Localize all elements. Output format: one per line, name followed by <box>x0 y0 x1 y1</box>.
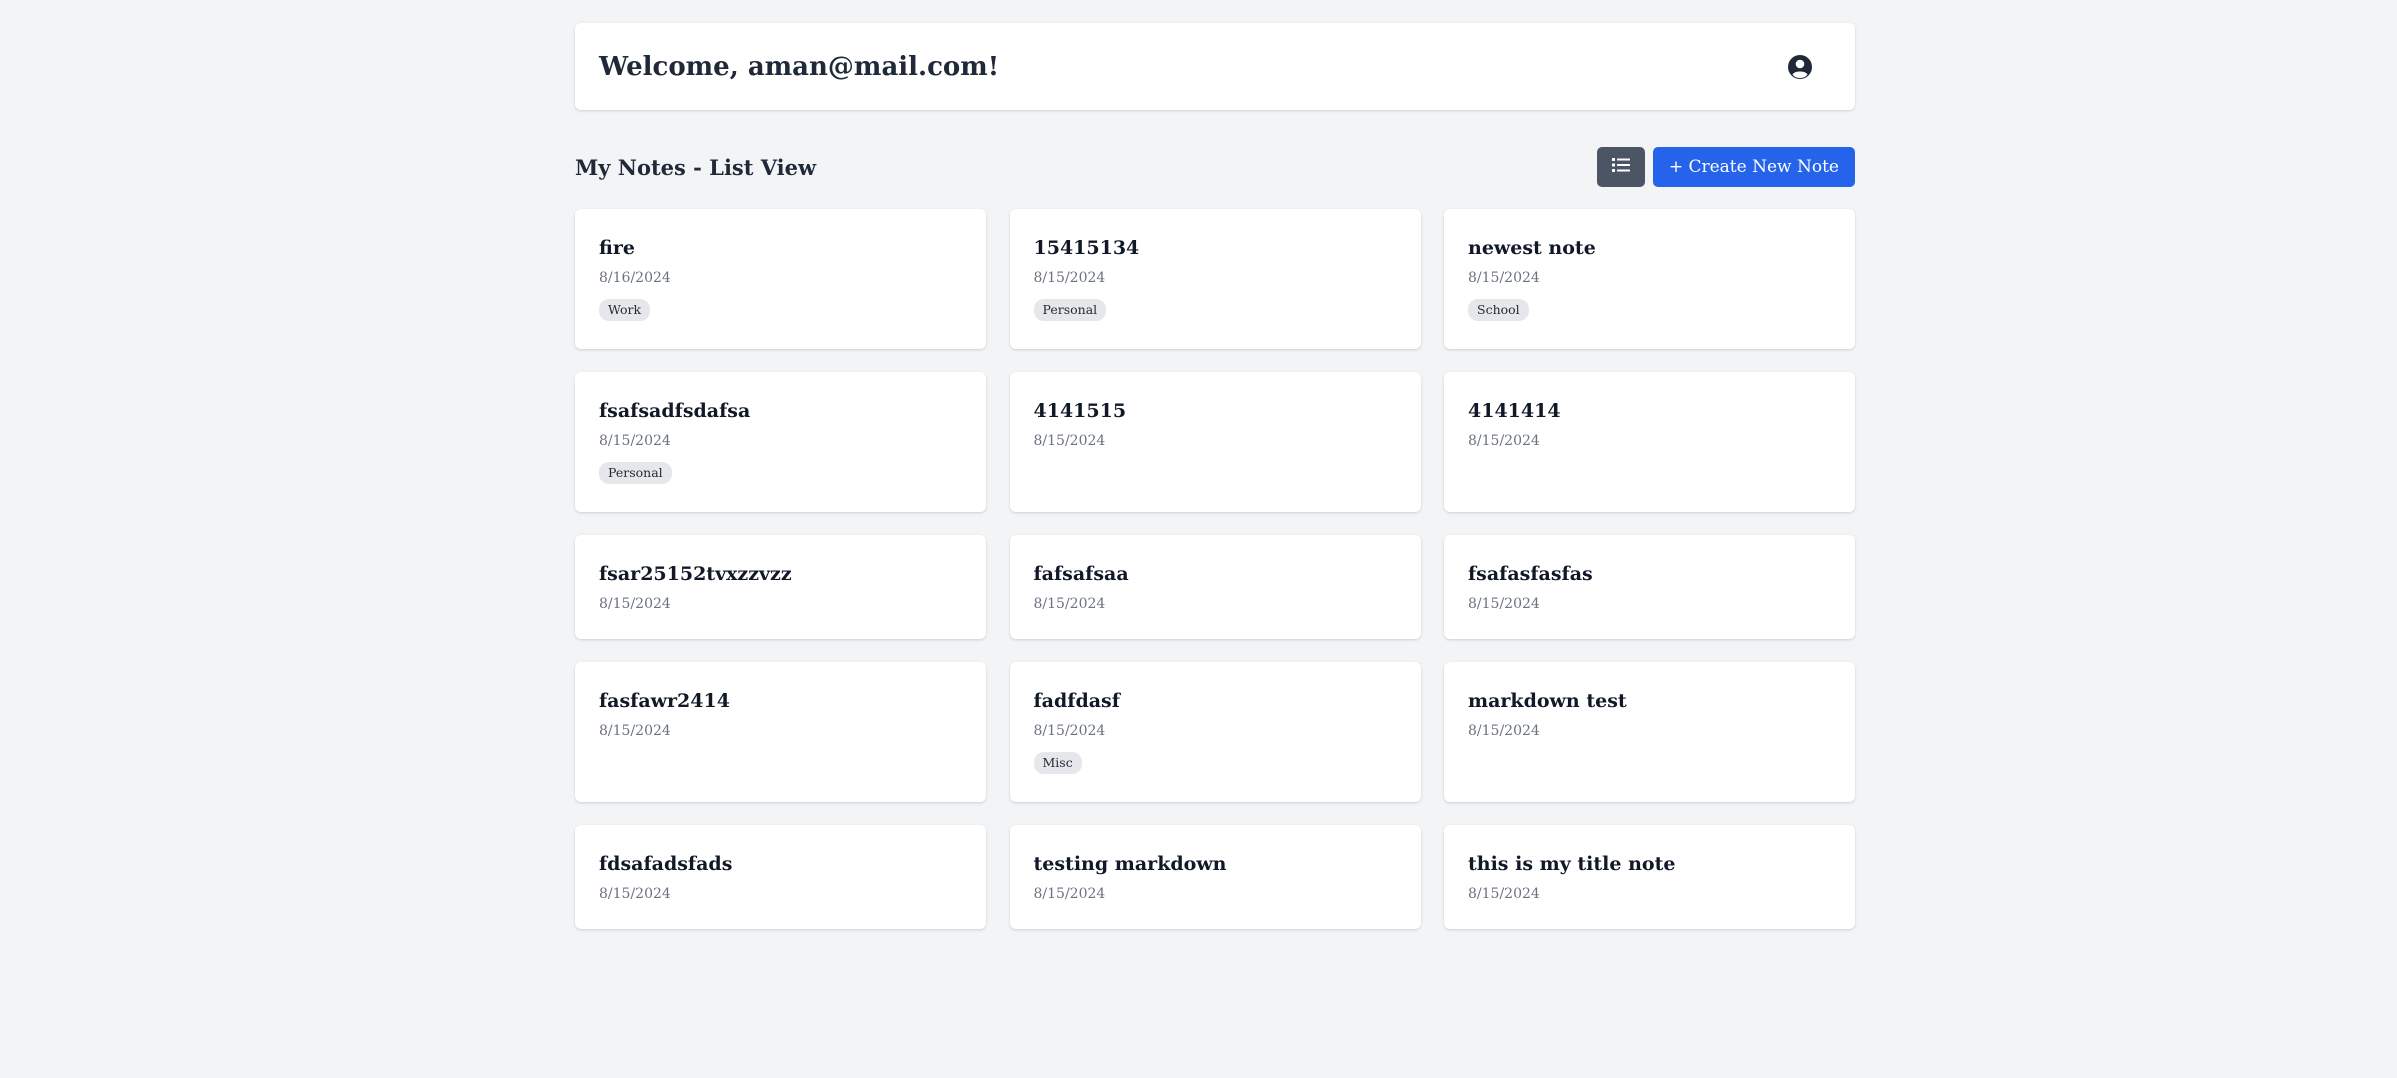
note-title: testing markdown <box>1033 853 1227 875</box>
note-title: fsafsadfsdafsa <box>599 400 751 422</box>
note-tag: Personal <box>1033 299 1107 321</box>
note-card[interactable]: 15415134 8/15/2024 Personal <box>1009 209 1421 349</box>
note-date: 8/15/2024 <box>1033 270 1106 286</box>
note-tag: School <box>1468 299 1529 321</box>
note-title: fasfawr2414 <box>599 690 730 712</box>
note-card[interactable]: fsafasfasfas 8/15/2024 <box>1444 535 1855 639</box>
notes-grid: fire 8/16/2024 Work 15415134 8/15/2024 P… <box>575 209 1855 929</box>
note-date: 8/16/2024 <box>599 270 671 286</box>
note-date: 8/15/2024 <box>1468 270 1540 286</box>
note-date: 8/15/2024 <box>599 433 671 449</box>
note-card[interactable]: fafsafsaa 8/15/2024 <box>1009 535 1421 639</box>
note-date: 8/15/2024 <box>599 596 671 612</box>
note-card[interactable]: fasfawr2414 8/15/2024 <box>575 662 986 802</box>
note-title: this is my title note <box>1468 853 1676 875</box>
note-title: fafsafsaa <box>1033 563 1129 585</box>
top-header: Welcome, aman@mail.com! <box>575 23 1855 110</box>
note-date: 8/15/2024 <box>1468 433 1540 449</box>
note-card[interactable]: this is my title note 8/15/2024 <box>1444 825 1855 929</box>
note-card[interactable]: fsafsadfsdafsa 8/15/2024 Personal <box>575 372 986 512</box>
note-card[interactable]: fsar25152tvxzzvzz 8/15/2024 <box>575 535 986 639</box>
note-date: 8/15/2024 <box>1468 723 1540 739</box>
note-card[interactable]: fdsafadsfads 8/15/2024 <box>575 825 986 929</box>
note-title: fdsafadsfads <box>599 853 733 875</box>
note-tag: Personal <box>599 462 672 484</box>
view-toggle-button[interactable] <box>1596 147 1645 187</box>
create-new-note-button[interactable]: + Create New Note <box>1652 147 1855 187</box>
notes-toolbar: My Notes - List View + Create New Note <box>575 146 1855 188</box>
note-tag: Misc <box>1033 752 1082 774</box>
note-title: markdown test <box>1468 690 1627 712</box>
note-title: fsar25152tvxzzvzz <box>599 563 792 585</box>
note-title: fsafasfasfas <box>1468 563 1593 585</box>
note-card[interactable]: newest note 8/15/2024 School <box>1444 209 1855 349</box>
note-date: 8/15/2024 <box>1468 886 1540 902</box>
note-date: 8/15/2024 <box>599 723 671 739</box>
note-card[interactable]: fire 8/16/2024 Work <box>575 209 986 349</box>
note-title: 4141515 <box>1033 400 1127 422</box>
user-circle-icon[interactable] <box>1785 52 1815 82</box>
toolbar-actions: + Create New Note <box>1596 147 1855 187</box>
note-date: 8/15/2024 <box>1033 886 1106 902</box>
welcome-message: Welcome, aman@mail.com! <box>599 51 1000 82</box>
page-title: My Notes - List View <box>575 154 817 180</box>
note-title: fadfdasf <box>1033 690 1120 712</box>
note-title: 15415134 <box>1033 237 1140 259</box>
note-title: newest note <box>1468 237 1596 259</box>
note-date: 8/15/2024 <box>1033 596 1106 612</box>
note-card[interactable]: fadfdasf 8/15/2024 Misc <box>1009 662 1421 802</box>
note-card[interactable]: 4141515 8/15/2024 <box>1009 372 1421 512</box>
note-date: 8/15/2024 <box>1468 596 1540 612</box>
list-icon <box>1611 157 1630 177</box>
note-card[interactable]: markdown test 8/15/2024 <box>1444 662 1855 802</box>
note-card[interactable]: 4141414 8/15/2024 <box>1444 372 1855 512</box>
note-card[interactable]: testing markdown 8/15/2024 <box>1009 825 1421 929</box>
note-date: 8/15/2024 <box>1033 433 1106 449</box>
note-title: fire <box>599 237 635 259</box>
app-container: Welcome, aman@mail.com! My Notes - List … <box>575 23 1855 929</box>
note-tag: Work <box>599 299 651 321</box>
note-date: 8/15/2024 <box>1033 723 1106 739</box>
note-date: 8/15/2024 <box>599 886 671 902</box>
note-title: 4141414 <box>1468 400 1561 422</box>
